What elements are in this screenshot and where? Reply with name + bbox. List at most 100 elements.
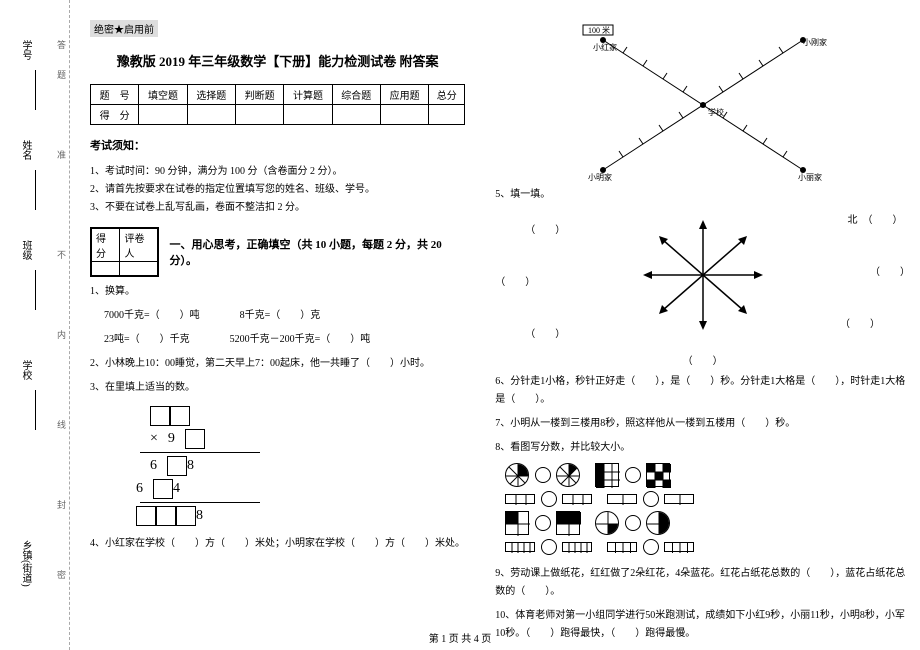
blank-box: [170, 406, 190, 426]
rect-fraction-icon: [505, 542, 535, 552]
th: 判断题: [235, 85, 283, 105]
q9: 9、劳动课上做纸花，红红做了2朵红花，4朵蓝花。红花占纸花总数的（ ），蓝花占纸…: [495, 565, 910, 601]
q3: 3、在里填上适当的数。: [90, 379, 465, 397]
compass-diagram: [633, 215, 773, 335]
section-head-row: 得分评卷人 一、用心思考，正确填空（共 10 小题，每题 2 分，共 20 分）…: [90, 227, 465, 277]
multiplication-diagram: ×9 68 64 8: [90, 403, 465, 529]
q4: 4、小红家在学校（ ）方（ ）米处；小明家在学校（ ）方（ ）米处。: [90, 535, 465, 553]
compass-left-blanks: （ ） （ ） （ ）: [495, 210, 565, 346]
fraction-diagrams: [495, 463, 910, 559]
map-svg: 100 米 小红家 小刚家 学校 小明家 小丽家: [563, 20, 843, 190]
notice-item: 3、不要在试卷上乱写乱画，卷面不整洁扣 2 分。: [90, 199, 465, 217]
mul-row: 8: [90, 506, 465, 526]
exam-page: 学号 姓名 班级 学校 乡镇(街道) 答 题 准 不 内 线 封 密 绝密★启用…: [0, 0, 920, 650]
blank-box: [150, 406, 170, 426]
scorebox-cell: [92, 262, 120, 276]
compass-svg: [633, 215, 773, 335]
mul-row: 68: [90, 456, 465, 476]
compare-circle: [625, 467, 641, 483]
blank: （ ）: [495, 220, 565, 242]
notice-list: 1、考试时间：90 分钟，满分为 100 分（含卷面分 2 分）。 2、请首先按…: [90, 163, 465, 217]
binding-label-school: 学校: [18, 360, 33, 380]
map-diagram: 100 米 小红家 小刚家 学校 小明家 小丽家: [563, 20, 843, 180]
compass-bottom-blank: （ ）: [495, 352, 910, 367]
compare-circle: [643, 539, 659, 555]
th: 计算题: [284, 85, 332, 105]
frac-row: [505, 539, 910, 555]
q1-row: 7000千克=（ ）吨 8千克=（ ）克: [90, 307, 465, 325]
td: [139, 105, 187, 125]
binding-line: [35, 390, 36, 430]
binding-line: [35, 70, 36, 110]
compare-circle: [643, 491, 659, 507]
digit: 6: [150, 458, 167, 473]
blank-box: [156, 506, 176, 526]
table-row: 得 分: [91, 105, 465, 125]
scorebox-cell: [120, 262, 158, 276]
seal-label: 密: [55, 570, 68, 579]
circle-fraction-icon: [646, 511, 670, 535]
td: [284, 105, 332, 125]
blank: （ ）: [840, 262, 910, 284]
circle-fraction-icon: [595, 511, 619, 535]
th: 题 号: [91, 85, 139, 105]
compare-circle: [535, 467, 551, 483]
scale-label: 100 米: [588, 25, 610, 35]
rule-line: [140, 452, 260, 453]
q2: 2、小林晚上10：00睡觉，第二天早上7：00起床，他一共睡了（ ）小时。: [90, 355, 465, 373]
north-label: 北 （ ）: [840, 210, 910, 232]
mul-row: [90, 406, 465, 426]
q8: 8、看图写分数，并比较大小。: [495, 439, 910, 457]
notice-item: 1、考试时间：90 分钟，满分为 100 分（含卷面分 2 分）。: [90, 163, 465, 181]
square-fraction-icon: [556, 511, 580, 535]
q1c: 23吨=（ ）千克: [104, 331, 190, 349]
content-area: 绝密★启用前 豫教版 2019 年三年级数学【下册】能力检测试卷 附答案 题 号…: [70, 0, 920, 650]
binding-label-id: 学号: [18, 40, 33, 60]
compass-right-blanks: 北 （ ） （ ） （ ）: [840, 210, 910, 336]
secret-tag: 绝密★启用前: [90, 20, 158, 37]
circle-fraction-icon: [556, 463, 580, 487]
scorebox: 得分评卷人: [90, 227, 159, 277]
td: [332, 105, 380, 125]
digit-9: 9: [168, 431, 185, 446]
digit: 6: [136, 481, 153, 496]
binding-label-name: 姓名: [18, 140, 33, 160]
notice-item: 2、请首先按要求在试卷的指定位置填写您的姓名、班级、学号。: [90, 181, 465, 199]
rect-fraction-icon: [505, 494, 535, 504]
q6: 6、分针走1小格，秒针正好走（ ），是（ ）秒。分针走1大格是（ ），时针走1大…: [495, 373, 910, 409]
digit: 4: [173, 481, 190, 496]
seal-label: 答: [55, 40, 68, 49]
binding-margin: 学号 姓名 班级 学校 乡镇(街道) 答 题 准 不 内 线 封 密: [0, 0, 70, 650]
rect-fraction-icon: [607, 494, 637, 504]
td: [429, 105, 465, 125]
blank-box: [153, 479, 173, 499]
seal-label: 准: [55, 150, 68, 159]
td: 得 分: [91, 105, 139, 125]
square-fraction-icon: [595, 463, 619, 487]
td: [235, 105, 283, 125]
blank: （ ）: [495, 272, 565, 294]
rect-fraction-icon: [562, 542, 592, 552]
section1-title: 一、用心思考，正确填空（共 10 小题，每题 2 分，共 20 分）。: [169, 236, 465, 268]
score-table: 题 号 填空题 选择题 判断题 计算题 综合题 应用题 总分 得 分: [90, 84, 465, 125]
compare-circle: [625, 515, 641, 531]
table-row: 题 号 填空题 选择题 判断题 计算题 综合题 应用题 总分: [91, 85, 465, 105]
q1d: 5200千克－200千克=（ ）吨: [230, 331, 371, 349]
exam-title: 豫教版 2019 年三年级数学【下册】能力检测试卷 附答案: [90, 51, 465, 70]
frac-row: [505, 511, 910, 535]
scorebox-h2: 评卷人: [120, 229, 158, 262]
seal-label: 线: [55, 420, 68, 429]
blank-box: [185, 429, 205, 449]
q7: 7、小明从一楼到三楼用8秒，照这样他从一楼到五楼用（ ）秒。: [495, 415, 910, 433]
house-label: 小红家: [593, 42, 617, 52]
frac-row: [505, 491, 910, 507]
compare-circle: [535, 515, 551, 531]
square-fraction-icon: [505, 511, 529, 535]
right-column: 100 米 小红家 小刚家 学校 小明家 小丽家 5、填一填。 （ ） （ ） …: [495, 20, 910, 640]
rect-fraction-icon: [607, 542, 637, 552]
seal-label: 内: [55, 330, 68, 339]
rect-fraction-icon: [562, 494, 592, 504]
q1-row: 23吨=（ ）千克 5200千克－200千克=（ ）吨: [90, 331, 465, 349]
circle-fraction-icon: [505, 463, 529, 487]
blank-box: [167, 456, 187, 476]
